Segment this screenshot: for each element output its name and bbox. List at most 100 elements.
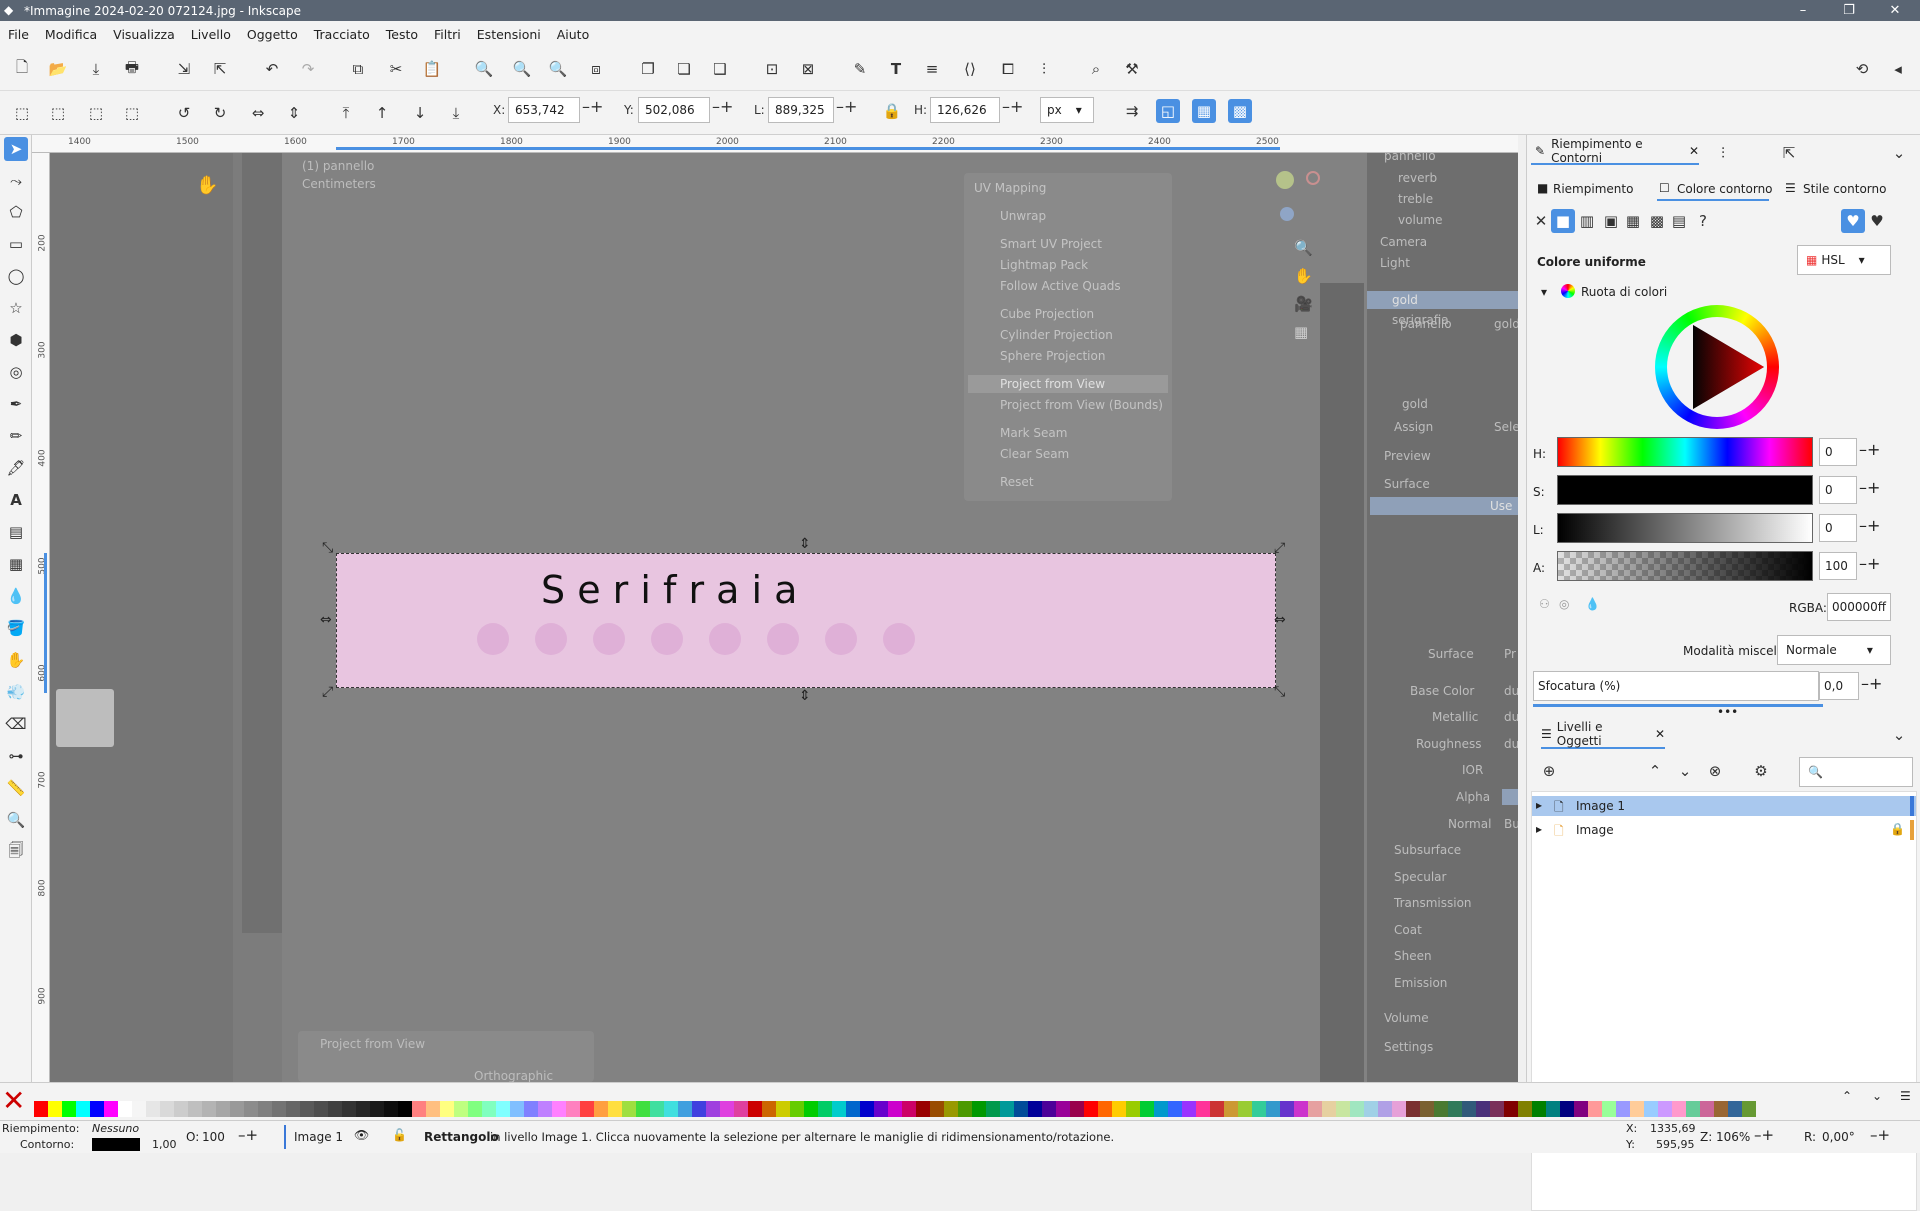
palette-swatch[interactable] — [1728, 1101, 1742, 1117]
lightness-slider[interactable] — [1557, 513, 1813, 543]
palette-swatch[interactable] — [972, 1101, 986, 1117]
palette-swatch[interactable] — [1560, 1101, 1574, 1117]
palette-swatch[interactable] — [90, 1101, 104, 1117]
xml-editor-icon[interactable]: ⟨⟩ — [958, 57, 982, 81]
deselect-icon[interactable]: ⬚ — [84, 101, 108, 125]
palette-swatch[interactable] — [1448, 1101, 1462, 1117]
pencil-tool-icon[interactable]: ✏ — [4, 424, 28, 448]
menu-path[interactable]: Tracciato — [314, 27, 370, 42]
ruler-horizontal[interactable]: 1400 1500 1600 1700 1800 1900 2000 2100 … — [32, 135, 1518, 153]
resize-handle-se-icon[interactable]: ⤡ — [1274, 684, 1285, 700]
palette-swatch[interactable] — [1714, 1101, 1728, 1117]
text-font-icon[interactable]: T — [884, 57, 908, 81]
palette-swatch[interactable] — [986, 1101, 1000, 1117]
lightness-input[interactable]: 0 — [1819, 514, 1857, 542]
palette-swatch[interactable] — [762, 1101, 776, 1117]
palette-swatch[interactable] — [1084, 1101, 1098, 1117]
swatch-icon[interactable]: ▤ — [1667, 209, 1691, 233]
lightness-stepper[interactable]: –+ — [1859, 516, 1880, 535]
cut-icon[interactable]: ✂ — [384, 57, 408, 81]
print-icon[interactable]: 🖶 — [120, 57, 144, 81]
palette-swatch[interactable] — [958, 1101, 972, 1117]
clone-icon[interactable]: ❏ — [672, 57, 696, 81]
palette-swatch[interactable] — [258, 1101, 272, 1117]
layers-settings-icon[interactable]: ⚙ — [1749, 759, 1773, 783]
palette-swatch[interactable] — [1168, 1101, 1182, 1117]
palette-swatch[interactable] — [1294, 1101, 1308, 1117]
blur-input[interactable]: 0,0 — [1819, 672, 1859, 700]
spray-tool-icon[interactable]: 💨 — [4, 680, 28, 704]
select-all-layers-icon[interactable]: ⬚ — [46, 101, 70, 125]
flip-vertical-icon[interactable]: ⇕ — [282, 101, 306, 125]
palette-swatch[interactable] — [132, 1101, 146, 1117]
selected-rectangle[interactable]: S e r i f r a i a — [336, 553, 1276, 688]
palette-swatch[interactable] — [874, 1101, 888, 1117]
palette-swatch[interactable] — [510, 1101, 524, 1117]
fill-stroke-icon[interactable]: ✎ — [848, 57, 872, 81]
fill-indicator-value[interactable]: Nessuno — [92, 1122, 139, 1135]
palette-swatch[interactable] — [1322, 1101, 1336, 1117]
saturation-slider[interactable] — [1557, 475, 1813, 505]
zoom-selection-icon[interactable]: 🔍 — [472, 57, 496, 81]
rgba-input[interactable]: 000000ff — [1827, 593, 1891, 621]
hue-slider[interactable] — [1557, 437, 1813, 467]
palette-swatch[interactable] — [496, 1101, 510, 1117]
palette-swatch[interactable] — [160, 1101, 174, 1117]
palette-swatch[interactable] — [1266, 1101, 1280, 1117]
menu-file[interactable]: File — [8, 27, 29, 42]
palette-swatch[interactable] — [1182, 1101, 1196, 1117]
palette-swatch[interactable] — [1434, 1101, 1448, 1117]
alpha-stepper[interactable]: –+ — [1859, 554, 1880, 573]
ungroup-icon[interactable]: ⊠ — [796, 57, 820, 81]
palette-swatch[interactable] — [1252, 1101, 1266, 1117]
palette-swatch[interactable] — [552, 1101, 566, 1117]
palette-swatch[interactable] — [818, 1101, 832, 1117]
palette-swatch[interactable] — [1098, 1101, 1112, 1117]
export-icon[interactable]: ⇱ — [208, 57, 232, 81]
expander-icon[interactable]: ▸ — [1536, 822, 1542, 836]
lock-ratio-icon[interactable]: 🔒 — [880, 99, 904, 123]
palette-swatch[interactable] — [398, 1101, 412, 1117]
palette-swatch[interactable] — [1280, 1101, 1294, 1117]
menu-view[interactable]: Visualizza — [113, 27, 175, 42]
resize-handle-n-icon[interactable]: ⇕ — [799, 536, 811, 552]
stroke-color-swatch[interactable] — [92, 1138, 140, 1151]
menu-text[interactable]: Testo — [386, 27, 418, 42]
group-icon[interactable]: ⊡ — [760, 57, 784, 81]
palette-swatch[interactable] — [930, 1101, 944, 1117]
zoom-stepper[interactable]: –+ — [1754, 1126, 1774, 1144]
palette-swatch[interactable] — [202, 1101, 216, 1117]
stroke-width-value[interactable]: 1,00 — [152, 1138, 177, 1151]
palette-swatch[interactable] — [62, 1101, 76, 1117]
palette-swatch[interactable] — [48, 1101, 62, 1117]
palette-swatch[interactable] — [1658, 1101, 1672, 1117]
menu-edit[interactable]: Modifica — [45, 27, 97, 42]
palette-swatch[interactable] — [804, 1101, 818, 1117]
mesh-tool-icon[interactable]: ▦ — [4, 552, 28, 576]
palette-swatch[interactable] — [1112, 1101, 1126, 1117]
dock-menu-icon[interactable]: ⌄ — [1887, 723, 1911, 747]
eyedropper-icon[interactable]: 💧 — [1585, 597, 1600, 611]
connector-tool-icon[interactable]: ⊶ — [4, 744, 28, 768]
pattern-icon[interactable]: ▩ — [1645, 209, 1669, 233]
palette-swatch[interactable] — [1546, 1101, 1560, 1117]
symbols-icon[interactable]: ⧠ — [996, 57, 1020, 81]
palette-swatch[interactable] — [860, 1101, 874, 1117]
align-tab-icon[interactable]: ⫶ — [1711, 141, 1735, 165]
palette-swatch[interactable] — [916, 1101, 930, 1117]
palette-swatch[interactable] — [1000, 1101, 1014, 1117]
palette-swatch[interactable] — [1616, 1101, 1630, 1117]
menu-extensions[interactable]: Estensioni — [477, 27, 541, 42]
snap-toggle-icon[interactable]: ⟲ — [1850, 57, 1874, 81]
snap-menu-icon[interactable]: ◂ — [1886, 57, 1910, 81]
palette-swatch[interactable] — [76, 1101, 90, 1117]
preferences-icon[interactable]: ⚒ — [1120, 57, 1144, 81]
blend-mode-select[interactable]: Normale ▾ — [1777, 635, 1891, 665]
unset-paint-icon[interactable]: ? — [1691, 209, 1715, 233]
export-tab-icon[interactable]: ⇱ — [1777, 141, 1801, 165]
add-layer-icon[interactable]: ⊕ — [1537, 759, 1561, 783]
menu-filters[interactable]: Filtri — [434, 27, 461, 42]
palette-swatch[interactable] — [1196, 1101, 1210, 1117]
lower-icon[interactable]: ↓ — [408, 101, 432, 125]
palette-swatch[interactable] — [1644, 1101, 1658, 1117]
